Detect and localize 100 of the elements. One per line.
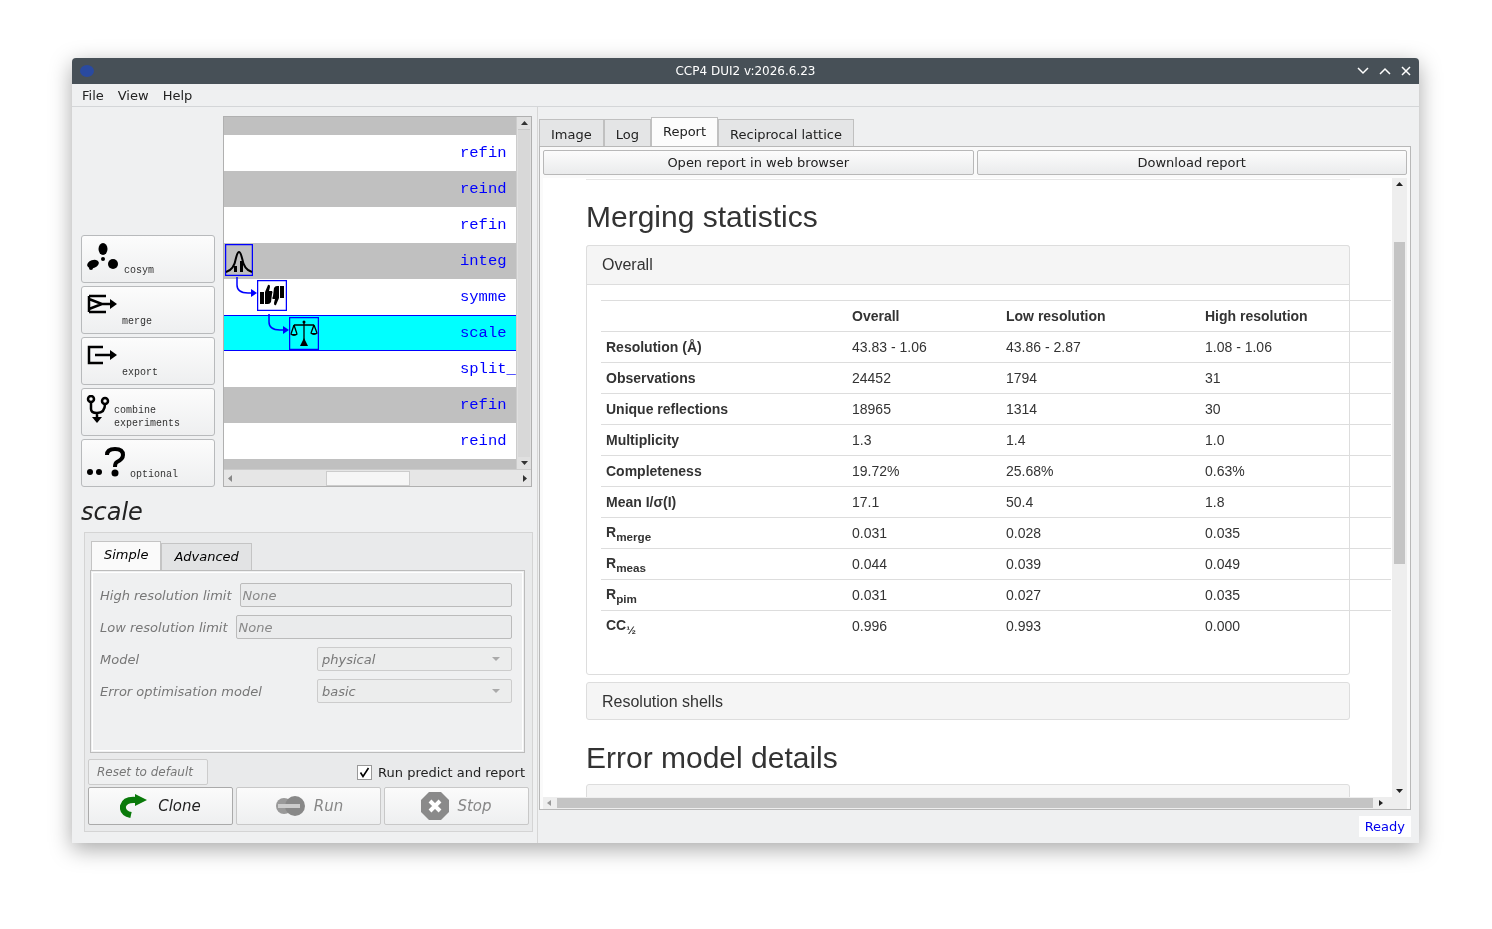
table-cell: 0.031 bbox=[847, 579, 1001, 611]
checkbox-label: Run predict and report bbox=[378, 764, 525, 780]
action-button[interactable]: Clone bbox=[88, 787, 233, 825]
table-cell: 0.049 bbox=[1200, 548, 1391, 580]
card-header[interactable]: Resolution shells bbox=[586, 682, 1350, 720]
logo-icon bbox=[273, 795, 306, 817]
row-label: R$_{meas}$ bbox=[601, 548, 847, 580]
stop-icon bbox=[421, 792, 450, 820]
menu-item[interactable]: View bbox=[117, 87, 149, 103]
table-cell: 31 bbox=[1200, 362, 1391, 394]
table-cell: 30 bbox=[1200, 393, 1391, 425]
table-cell: 1.08 - 1.06 bbox=[1200, 331, 1391, 363]
table-cell: 1794 bbox=[1001, 362, 1200, 394]
table-cell: 1.4 bbox=[1001, 424, 1200, 456]
table-cell: 0.993 bbox=[1001, 610, 1200, 641]
table-cell: 18965 bbox=[847, 393, 1001, 425]
table-cell: 0.031 bbox=[847, 517, 1001, 549]
table-cell: 0.044 bbox=[847, 548, 1001, 580]
column-header: High resolution bbox=[1200, 300, 1391, 332]
tab[interactable]: Image bbox=[539, 119, 604, 147]
row-label: Resolution (Å) bbox=[601, 331, 847, 363]
table-cell: 1314 bbox=[1001, 393, 1200, 425]
table-cell: 1.0 bbox=[1200, 424, 1391, 456]
table-cell: 0.028 bbox=[1001, 517, 1200, 549]
tool-button[interactable]: cosym bbox=[81, 235, 215, 283]
table-cell: 19.72% bbox=[847, 455, 1001, 487]
tool-button[interactable]: optional bbox=[81, 439, 215, 487]
tab[interactable]: Reciprocal lattice bbox=[718, 119, 854, 147]
dropdown[interactable]: basic bbox=[317, 679, 512, 703]
table-cell: 1.8 bbox=[1200, 486, 1391, 518]
menu-item[interactable]: Help bbox=[162, 87, 193, 103]
tree-row[interactable]: scale bbox=[224, 315, 516, 351]
tree-row[interactable]: split_ bbox=[224, 351, 516, 387]
menu-item[interactable]: File bbox=[82, 87, 104, 103]
table-cell: 0.039 bbox=[1001, 548, 1200, 580]
section-heading: Merging statistics bbox=[586, 199, 819, 235]
report-button[interactable]: Download report bbox=[976, 150, 1407, 175]
caret-icon bbox=[491, 688, 501, 694]
row-label: R$_{pim}$ bbox=[601, 579, 847, 611]
table-cell: 25.68% bbox=[1001, 455, 1200, 487]
row-label: R$_{merge}$ bbox=[601, 517, 847, 549]
thumbs-icon[interactable] bbox=[257, 280, 287, 311]
scrollbar[interactable] bbox=[516, 117, 531, 469]
minimize-icon[interactable] bbox=[1357, 67, 1369, 75]
row-label: Completeness bbox=[601, 455, 847, 487]
connector-arrow bbox=[266, 314, 290, 336]
scrollbar[interactable] bbox=[224, 469, 531, 486]
tree-row[interactable]: reind bbox=[224, 423, 516, 459]
caret-icon bbox=[491, 656, 501, 662]
step-title: scale bbox=[81, 498, 144, 526]
field-label: Model bbox=[100, 651, 141, 667]
column-header: Low resolution bbox=[1001, 300, 1200, 332]
scrollbar[interactable] bbox=[543, 797, 1407, 809]
fork-icon bbox=[86, 395, 110, 423]
window-title: CCP4 DUI2 v:2026.6.23 bbox=[675, 64, 816, 78]
table-cell: 0.63% bbox=[1200, 455, 1391, 487]
table-cell: 50.4 bbox=[1001, 486, 1200, 518]
row-label: CC$_{½}$ bbox=[601, 610, 847, 641]
table-cell: 43.83 - 1.06 bbox=[847, 331, 1001, 363]
card-header[interactable]: Overall bbox=[586, 245, 1350, 285]
reset-button[interactable]: Reset to default bbox=[88, 759, 208, 785]
app-logo-icon bbox=[80, 65, 94, 77]
dropdown[interactable]: physical bbox=[317, 647, 512, 671]
tab[interactable]: Simple bbox=[91, 541, 162, 570]
tree-row[interactable]: refin bbox=[224, 207, 516, 243]
report-button[interactable]: Open report in web browser bbox=[543, 150, 974, 175]
balance-scale-icon[interactable] bbox=[289, 317, 319, 350]
row-label: Multiplicity bbox=[601, 424, 847, 456]
table-cell: 43.86 - 2.87 bbox=[1001, 331, 1200, 363]
bell-curve-icon[interactable] bbox=[225, 244, 253, 276]
status-text: Ready bbox=[1358, 816, 1411, 837]
tool-button[interactable]: merge bbox=[81, 286, 215, 334]
close-icon[interactable] bbox=[1401, 66, 1411, 76]
maximize-icon[interactable] bbox=[1379, 67, 1391, 75]
row-label: Mean I/σ(I) bbox=[601, 486, 847, 518]
input-field[interactable]: None bbox=[235, 615, 512, 639]
tab[interactable]: Report bbox=[650, 117, 719, 147]
tool-button[interactable]: combine experiments bbox=[81, 388, 215, 436]
field-label: High resolution limit bbox=[100, 587, 233, 603]
table-cell: 17.1 bbox=[847, 486, 1001, 518]
field-label: Low resolution limit bbox=[100, 619, 229, 635]
export-icon bbox=[86, 344, 118, 366]
merge-icon bbox=[86, 293, 118, 315]
field-label: Error optimisation model bbox=[100, 683, 263, 699]
table-cell: 0.035 bbox=[1200, 517, 1391, 549]
tool-button[interactable]: export bbox=[81, 337, 215, 385]
scrollbar[interactable] bbox=[1392, 178, 1407, 797]
column-header: Overall bbox=[847, 300, 1001, 332]
row-label: Unique reflections bbox=[601, 393, 847, 425]
connector-arrow bbox=[234, 277, 258, 299]
input-field[interactable]: None bbox=[239, 583, 512, 607]
question-dots-icon bbox=[86, 446, 126, 478]
tab[interactable]: Advanced bbox=[161, 543, 252, 570]
table-cell: 0.035 bbox=[1200, 579, 1391, 611]
tab[interactable]: Log bbox=[603, 119, 651, 147]
tree-row[interactable]: symme bbox=[224, 279, 516, 315]
tree-row[interactable]: refin bbox=[224, 135, 516, 171]
cosym-icon bbox=[86, 242, 120, 272]
table-cell: 0.000 bbox=[1200, 610, 1391, 641]
checkbox[interactable] bbox=[357, 764, 373, 780]
